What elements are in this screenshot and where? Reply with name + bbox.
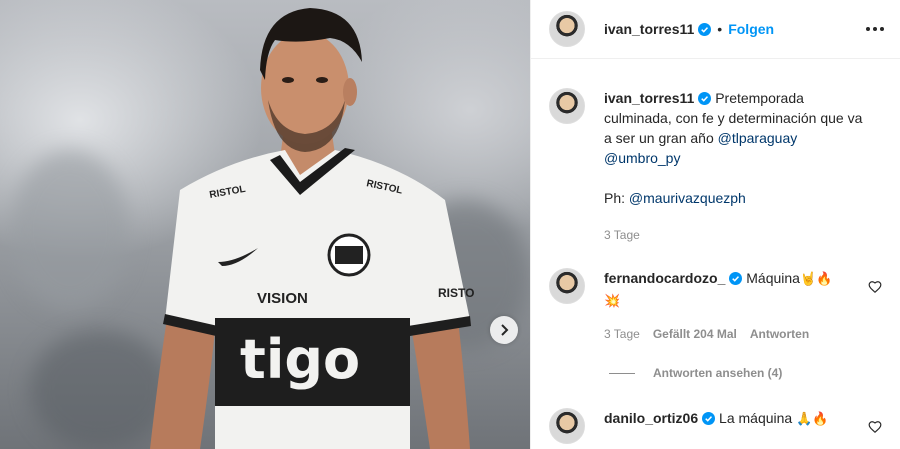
verified-badge-icon xyxy=(729,272,743,285)
caption-username[interactable]: ivan_torres11 xyxy=(604,90,694,106)
next-photo-button[interactable] xyxy=(490,316,518,344)
comment-emoji-line2: 💥 xyxy=(604,294,621,309)
caption-age[interactable]: 3 Tage xyxy=(604,225,640,245)
mention-photographer[interactable]: @maurivazquezph xyxy=(629,190,746,206)
view-replies-label: Antworten ansehen (4) xyxy=(653,366,783,380)
follow-button[interactable]: Folgen xyxy=(728,21,774,37)
reply-button[interactable]: Antworten xyxy=(750,324,809,344)
comment-body: Máquina xyxy=(746,270,800,286)
jersey-sponsor-vision: VISION xyxy=(257,290,308,307)
comment-age[interactable]: 3 Tage xyxy=(604,324,640,344)
post-side-panel: ivan_torres11 • Folgen ivan_torres11 Pre… xyxy=(530,0,900,449)
player-illustration: tigo VISION RISTOL RISTOL RISTO xyxy=(150,8,474,449)
verified-badge-icon xyxy=(702,412,716,425)
commenter-avatar[interactable] xyxy=(549,268,585,304)
replies-divider-line xyxy=(609,372,635,374)
comment-emojis: 🙏🔥 xyxy=(796,412,829,427)
more-options-icon[interactable] xyxy=(866,27,884,31)
mention-umbro[interactable]: @umbro_py xyxy=(604,150,680,166)
jersey-sponsor-tigo: tigo xyxy=(240,328,360,391)
caption: ivan_torres11 Pretemporada culminada, co… xyxy=(549,88,884,245)
commenter-username[interactable]: fernandocardozo_ xyxy=(604,270,725,286)
post-photo[interactable]: tigo VISION RISTOL RISTOL RISTO xyxy=(0,0,530,449)
comment-meta: 3 Tage Gefällt 204 Mal Antworten xyxy=(604,324,872,344)
caption-avatar[interactable] xyxy=(549,88,585,124)
comment-emojis: 🤘🔥 xyxy=(799,272,833,287)
comment-item: fernandocardozo_ Máquina🤘🔥 💥 3 Tage Gefä… xyxy=(549,268,884,344)
comment-text: danilo_ortiz06 La máquina 🙏🔥 xyxy=(604,408,872,444)
caption-text: ivan_torres11 Pretemporada culminada, co… xyxy=(604,88,872,245)
separator-dot: • xyxy=(717,21,723,37)
heart-icon[interactable] xyxy=(868,280,882,294)
author-avatar[interactable] xyxy=(549,11,585,47)
mention-tlparaguay[interactable]: @tlparaguay xyxy=(718,130,798,146)
photo-credit-prefix: Ph: xyxy=(604,190,629,206)
verified-badge-icon xyxy=(698,92,712,105)
commenter-username[interactable]: danilo_ortiz06 xyxy=(604,410,698,426)
caption-meta: 3 Tage xyxy=(604,225,872,245)
verified-badge-icon xyxy=(698,22,712,36)
comment-body: La máquina xyxy=(719,410,793,426)
view-replies-button[interactable]: Antworten ansehen (4) xyxy=(609,366,782,380)
heart-icon[interactable] xyxy=(868,420,882,434)
comment-text: fernandocardozo_ Máquina🤘🔥 💥 3 Tage Gefä… xyxy=(604,268,872,344)
author-username[interactable]: ivan_torres11 xyxy=(604,21,694,37)
comment-likes[interactable]: Gefällt 204 Mal xyxy=(653,324,737,344)
comment-item: danilo_ortiz06 La máquina 🙏🔥 xyxy=(549,408,884,444)
post-header: ivan_torres11 • Folgen xyxy=(531,0,900,59)
jersey-sleeve-brand: RISTO xyxy=(438,286,474,300)
chevron-right-icon xyxy=(501,324,509,336)
commenter-avatar[interactable] xyxy=(549,408,585,444)
